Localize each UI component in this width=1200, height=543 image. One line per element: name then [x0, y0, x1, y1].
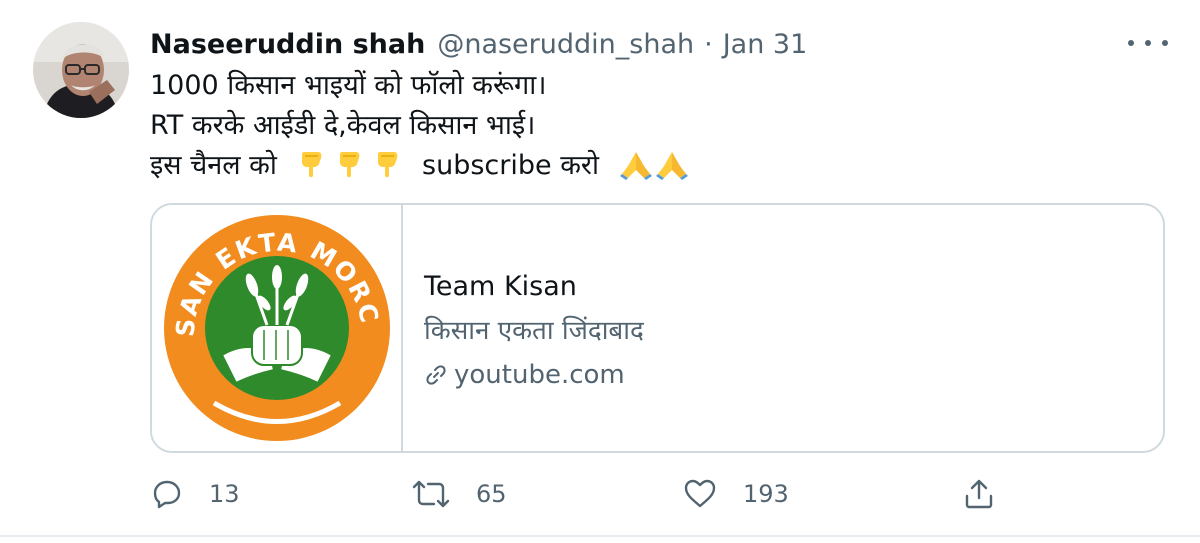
tweet-line-3-end: subscribe करो: [422, 150, 599, 181]
retweet-icon: [412, 480, 450, 508]
author-handle[interactable]: @naseruddin_shah: [437, 29, 694, 60]
link-icon: [426, 365, 446, 385]
reply-button[interactable]: 13: [151, 478, 240, 510]
point-down-emojis: [295, 148, 403, 180]
card-title: Team Kisan: [424, 271, 577, 302]
tweet-text: 1000 किसान भाइयों को फॉलो करूंगा। RT करक…: [150, 66, 700, 186]
link-preview-card[interactable]: KISAN EKTA MORCHA Team Kisan: [150, 203, 1165, 453]
tweet-container[interactable]: Naseeruddin shah @naseruddin_shah · Jan …: [0, 0, 1200, 543]
retweet-button[interactable]: 65: [412, 478, 507, 510]
folded-hands-emoji: [655, 152, 688, 180]
more-options-icon[interactable]: [1128, 28, 1168, 58]
avatar[interactable]: [33, 22, 129, 118]
like-button[interactable]: 193: [683, 478, 789, 510]
reply-icon: [153, 480, 181, 509]
like-count: 193: [743, 480, 789, 508]
tweet-actions: 13 65 193: [0, 472, 1200, 520]
kisan-ekta-morcha-logo: KISAN EKTA MORCHA: [152, 205, 390, 441]
retweet-count: 65: [476, 480, 507, 508]
tweet-line-3-start: इस चैनल को: [150, 150, 277, 181]
point-down-emoji: [302, 152, 322, 178]
reply-count: 13: [209, 480, 240, 508]
folded-hands-emojis: [618, 148, 690, 180]
more-dot: [1128, 40, 1134, 46]
folded-hands-emoji: [619, 152, 652, 180]
header-separator: ·: [704, 28, 713, 60]
point-down-emoji: [378, 152, 398, 178]
tweet-header: Naseeruddin shah @naseruddin_shah · Jan …: [150, 24, 807, 64]
tweet-date[interactable]: Jan 31: [723, 29, 808, 60]
more-dot: [1145, 40, 1151, 46]
tweet-line-1: 1000 किसान भाइयों को फॉलो करूंगा।: [150, 70, 547, 101]
card-info: Team Kisan किसान एकता जिंदाबाद youtube.c…: [424, 265, 644, 397]
point-down-emoji: [340, 152, 360, 178]
card-thumbnail: KISAN EKTA MORCHA: [152, 205, 403, 451]
card-domain-text: youtube.com: [454, 360, 625, 390]
heart-icon: [684, 479, 716, 508]
more-dot: [1162, 40, 1168, 46]
share-button[interactable]: [963, 478, 1021, 510]
share-icon: [965, 479, 993, 509]
card-domain: youtube.com: [424, 353, 644, 397]
tweet-line-2: RT करके आईडी दे,केवल किसान भाई।: [150, 110, 536, 141]
divider: [0, 535, 1200, 537]
tweet-line-3: इस चैनल को subscribe करो: [150, 146, 700, 186]
author-name[interactable]: Naseeruddin shah: [150, 29, 425, 60]
card-description: किसान एकता जिंदाबाद: [424, 316, 644, 346]
